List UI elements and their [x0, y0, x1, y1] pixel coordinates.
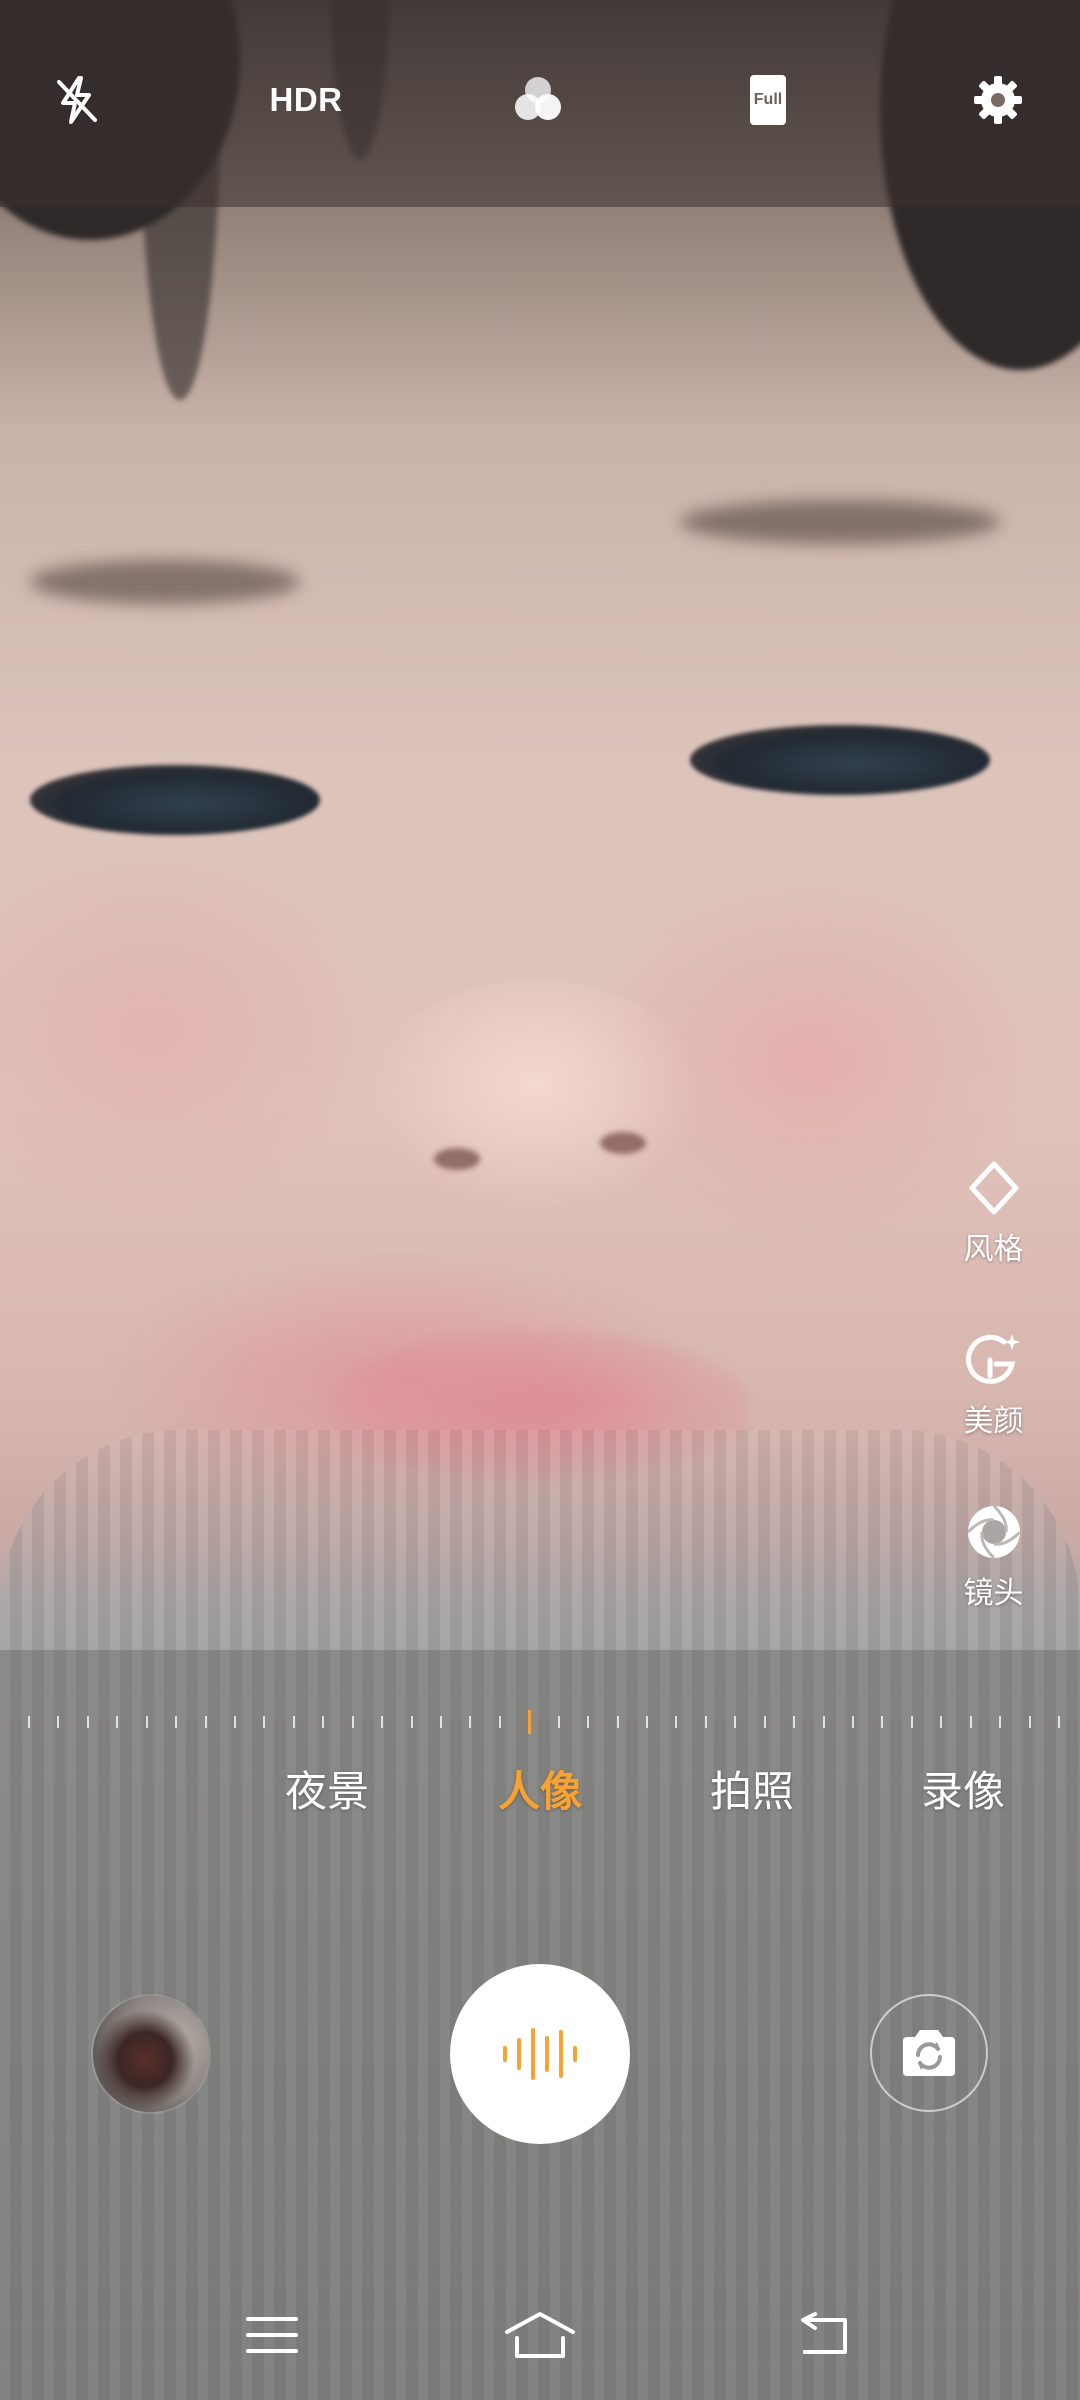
zoom-ruler-tick: [87, 1716, 89, 1728]
style-label: 风格: [963, 1232, 1024, 1267]
zoom-ruler-tick: [1058, 1716, 1060, 1728]
mode-photo[interactable]: 拍照: [710, 1758, 794, 1818]
aspect-ratio-label: Full: [753, 91, 783, 108]
zoom-ruler-tick: [587, 1716, 589, 1728]
mode-night[interactable]: 夜景: [285, 1758, 369, 1818]
switch-camera-button[interactable]: [870, 1994, 988, 2112]
nostril: [600, 1132, 646, 1154]
hdr-label: HDR: [269, 81, 343, 118]
nav-home-button[interactable]: [495, 2300, 585, 2370]
zoom-ruler-tick: [617, 1716, 619, 1728]
zoom-ruler-tick: [293, 1716, 295, 1728]
right-eyebrow: [680, 500, 1000, 544]
top-toolbar: HDR Full: [0, 0, 1080, 207]
beauty-face-icon: [965, 1334, 1020, 1384]
zoom-ruler-tick: [558, 1716, 560, 1728]
lens-button[interactable]: 镜头: [946, 1502, 1041, 1612]
zoom-ruler-tick: [440, 1716, 442, 1728]
zoom-ruler-tick: [764, 1716, 766, 1728]
zoom-ruler-tick: [234, 1716, 236, 1728]
lens-aperture-icon: [966, 1504, 1021, 1560]
beauty-button[interactable]: 美颜: [946, 1330, 1041, 1440]
zoom-ruler-tick: [881, 1716, 883, 1728]
zoom-ruler-tick: [146, 1716, 148, 1728]
flash-button[interactable]: [37, 60, 117, 140]
back-icon: [801, 2312, 847, 2354]
lens-label: 镜头: [963, 1576, 1024, 1611]
right-eye: [690, 725, 990, 795]
filter-button[interactable]: [498, 60, 578, 140]
zoom-ruler-tick: [381, 1716, 383, 1728]
zoom-ruler-tick: [411, 1716, 413, 1728]
zoom-ruler-tick: [352, 1716, 354, 1728]
zoom-ruler-tick: [675, 1716, 677, 1728]
zoom-ruler-tick: [646, 1716, 648, 1728]
beauty-label: 美颜: [963, 1404, 1024, 1439]
zoom-ruler-tick: [175, 1716, 177, 1728]
nostril: [434, 1148, 480, 1170]
aspect-ratio-icon: Full: [750, 75, 786, 125]
zoom-ruler-tick: [734, 1716, 736, 1728]
zoom-ruler-tick: [970, 1716, 972, 1728]
zoom-ruler-tick: [1029, 1716, 1031, 1728]
diamond-sparkle-icon: [969, 1161, 1018, 1215]
zoom-ruler-tick: [940, 1716, 942, 1728]
zoom-ruler-tick: [116, 1716, 118, 1728]
aspect-ratio-button[interactable]: Full: [728, 60, 808, 140]
zoom-ruler-tick: [823, 1716, 825, 1728]
left-eye: [30, 765, 320, 835]
zoom-ruler-tick: [57, 1716, 59, 1728]
zoom-ruler-tick: [205, 1716, 207, 1728]
left-eyebrow: [30, 560, 300, 604]
zoom-ruler-tick: [263, 1716, 265, 1728]
shutter-button[interactable]: [450, 1964, 630, 2144]
flash-off-icon: [57, 76, 97, 124]
zoom-ruler-tick: [911, 1716, 913, 1728]
zoom-ruler-tick: [499, 1716, 501, 1728]
zoom-ruler-tick: [705, 1716, 707, 1728]
hdr-button[interactable]: HDR: [256, 60, 356, 140]
style-button[interactable]: 风格: [946, 1158, 1041, 1268]
zoom-ruler-active-tick: [528, 1710, 531, 1734]
mode-video[interactable]: 录像: [921, 1758, 1005, 1818]
filter-circles-icon: [515, 77, 561, 120]
nav-menu-button[interactable]: [227, 2300, 317, 2370]
gear-icon: [974, 76, 1022, 124]
zoom-ruler-tick: [28, 1716, 30, 1728]
mode-portrait[interactable]: 人像: [498, 1758, 582, 1818]
zoom-ruler-tick: [469, 1716, 471, 1728]
sound-wave-icon: [503, 2028, 577, 2080]
settings-button[interactable]: [958, 60, 1038, 140]
zoom-ruler-tick: [793, 1716, 795, 1728]
zoom-ruler-tick: [322, 1716, 324, 1728]
camera-viewfinder[interactable]: HDR Full 风格 美颜 镜头 夜景 人像 拍照 录像: [0, 0, 1080, 2400]
gallery-thumbnail[interactable]: [93, 1996, 209, 2112]
nose: [370, 980, 700, 1210]
menu-icon: [246, 2317, 298, 2353]
zoom-ruler-tick: [999, 1716, 1001, 1728]
switch-camera-icon: [903, 2030, 955, 2076]
nav-back-button[interactable]: [778, 2300, 868, 2370]
home-icon: [505, 2312, 575, 2358]
zoom-ruler[interactable]: [28, 1710, 1060, 1734]
zoom-ruler-tick: [852, 1716, 854, 1728]
